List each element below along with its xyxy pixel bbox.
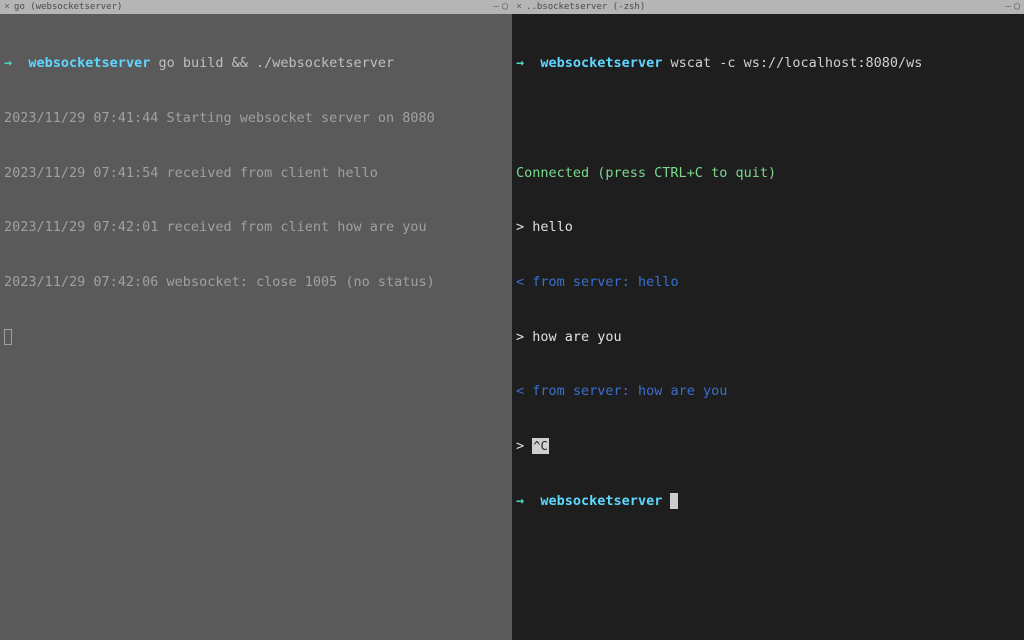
cursor <box>4 329 12 345</box>
prompt-cwd: websocketserver <box>540 493 662 509</box>
prompt-command: go build && ./websocketserver <box>158 55 394 71</box>
io-line: > how are you <box>516 328 1020 346</box>
window-title-right: ..bsocketserver (-zsh) <box>526 1 645 13</box>
terminal-pane-right[interactable]: × ..bsocketserver (-zsh) — ◯ → websocket… <box>512 0 1024 640</box>
window-titlebar-right: × ..bsocketserver (-zsh) — ◯ <box>512 0 1024 14</box>
prompt-line: → websocketserver go build && ./websocke… <box>4 54 508 72</box>
cursor-line <box>4 328 508 346</box>
connected-line: Connected (press CTRL+C to quit) <box>516 164 1020 182</box>
minimize-icon[interactable]: — <box>1005 2 1011 12</box>
prompt-command: wscat -c ws://localhost:8080/ws <box>670 55 922 71</box>
window-title-left: go (websocketserver) <box>14 1 122 13</box>
log-line: 2023/11/29 07:41:54 received from client… <box>4 164 508 182</box>
prompt-line: → websocketserver wscat -c ws://localhos… <box>516 54 1020 72</box>
io-line: < from server: hello <box>516 273 1020 291</box>
io-line: > ^C <box>516 437 1020 455</box>
io-line: > hello <box>516 218 1020 236</box>
log-line: 2023/11/29 07:42:01 received from client… <box>4 218 508 236</box>
terminal-pane-left[interactable]: × go (websocketserver) — ◯ → websocketse… <box>0 0 512 640</box>
minimize-icon[interactable]: — <box>493 2 499 12</box>
maximize-icon[interactable]: ◯ <box>1014 2 1020 12</box>
log-line: 2023/11/29 07:42:06 websocket: close 100… <box>4 273 508 291</box>
cursor <box>670 493 678 509</box>
prompt-line: → websocketserver <box>516 492 1020 510</box>
terminal-output-left[interactable]: → websocketserver go build && ./websocke… <box>0 14 512 640</box>
prompt-arrow-icon: → <box>4 55 12 71</box>
blank-line <box>516 109 1020 127</box>
terminal-output-right[interactable]: → websocketserver wscat -c ws://localhos… <box>512 14 1024 640</box>
maximize-icon[interactable]: ◯ <box>502 2 508 12</box>
prompt-arrow-icon: → <box>516 55 524 71</box>
prompt-arrow-icon: → <box>516 493 524 509</box>
prompt-cwd: websocketserver <box>28 55 150 71</box>
window-titlebar-left: × go (websocketserver) — ◯ <box>0 0 512 14</box>
close-icon[interactable]: × <box>516 2 522 12</box>
close-icon[interactable]: × <box>4 2 10 12</box>
log-line: 2023/11/29 07:41:44 Starting websocket s… <box>4 109 508 127</box>
prompt-cwd: websocketserver <box>540 55 662 71</box>
ctrl-c-char: ^C <box>532 438 548 454</box>
io-line: < from server: how are you <box>516 382 1020 400</box>
